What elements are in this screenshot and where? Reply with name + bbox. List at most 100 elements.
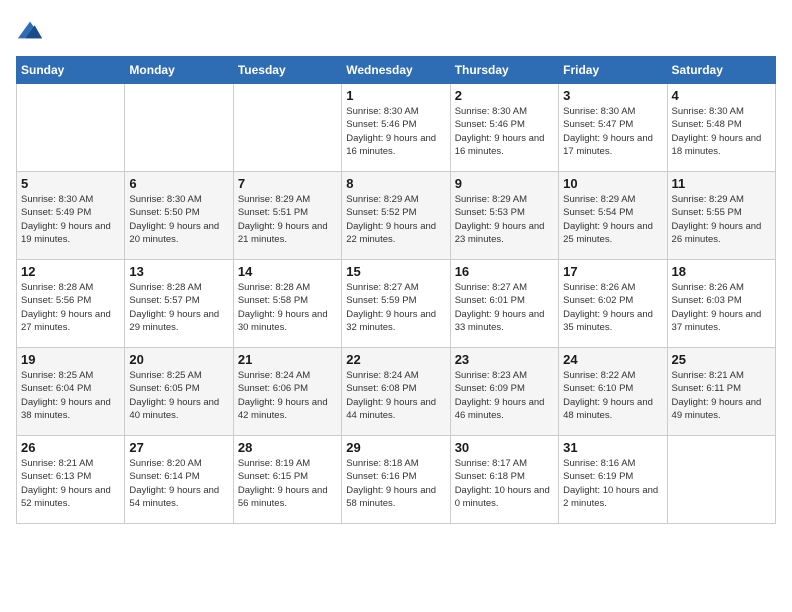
day-number: 14 [238,264,337,279]
day-number: 7 [238,176,337,191]
table-row [125,84,233,172]
day-number: 15 [346,264,445,279]
table-row: 15Sunrise: 8:27 AM Sunset: 5:59 PM Dayli… [342,260,450,348]
table-row: 26 Sunrise: 8:21 AM Sunset: 6:13 PM Dayli… [17,436,125,524]
day-info: Sunrise: 8:23 AM Sunset: 6:09 PM Dayligh… [455,369,554,422]
table-row: 24 Sunrise: 8:22 AM Sunset: 6:10 PM Dayli… [559,348,667,436]
header-saturday: Saturday [667,57,775,84]
header-wednesday: Wednesday [342,57,450,84]
day-info: Sunrise: 8:29 AM Sunset: 5:55 PM Dayligh… [672,193,771,246]
table-row: 27 Sunrise: 8:20 AM Sunset: 6:14 PM Dayli… [125,436,233,524]
day-number: 10 [563,176,662,191]
table-row: 2 Sunrise: 8:30 AM Sunset: 5:46 PM Daylig… [450,84,558,172]
day-info: Sunrise: 8:30 AM Sunset: 5:46 PM Dayligh… [346,105,445,158]
header-monday: Monday [125,57,233,84]
logo [16,16,48,44]
day-number: 21 [238,352,337,367]
day-number: 12 [21,264,120,279]
logo-icon [16,16,44,44]
day-info: Sunrise: 8:21 AM Sunset: 6:13 PM Dayligh… [21,457,120,510]
day-info: Sunrise: 8:26 AM Sunset: 6:02 PM Dayligh… [563,281,662,334]
table-row: 22 Sunrise: 8:24 AM Sunset: 6:08 PM Dayli… [342,348,450,436]
day-number: 2 [455,88,554,103]
day-info: Sunrise: 8:28 AM Sunset: 5:56 PM Dayligh… [21,281,120,334]
day-info: Sunrise: 8:24 AM Sunset: 6:08 PM Dayligh… [346,369,445,422]
day-info: Sunrise: 8:30 AM Sunset: 5:50 PM Dayligh… [129,193,228,246]
day-number: 29 [346,440,445,455]
day-number: 17 [563,264,662,279]
day-info: Sunrise: 8:25 AM Sunset: 6:04 PM Dayligh… [21,369,120,422]
table-row [17,84,125,172]
day-number: 25 [672,352,771,367]
calendar-week-row: 12 Sunrise: 8:28 AM Sunset: 5:56 PM Dayli… [17,260,776,348]
day-info: Sunrise: 8:30 AM Sunset: 5:47 PM Dayligh… [563,105,662,158]
table-row: 21 Sunrise: 8:24 AM Sunset: 6:06 PM Dayli… [233,348,341,436]
table-row [233,84,341,172]
day-info: Sunrise: 8:29 AM Sunset: 5:51 PM Dayligh… [238,193,337,246]
day-number: 23 [455,352,554,367]
table-row [667,436,775,524]
day-number: 22 [346,352,445,367]
day-info: Sunrise: 8:30 AM Sunset: 5:46 PM Dayligh… [455,105,554,158]
header-row: Sunday Monday Tuesday Wednesday Thursday… [17,57,776,84]
table-row: 5Sunrise: 8:30 AM Sunset: 5:49 PM Daylig… [17,172,125,260]
header-friday: Friday [559,57,667,84]
calendar-week-row: 5Sunrise: 8:30 AM Sunset: 5:49 PM Daylig… [17,172,776,260]
day-info: Sunrise: 8:26 AM Sunset: 6:03 PM Dayligh… [672,281,771,334]
day-number: 18 [672,264,771,279]
day-number: 24 [563,352,662,367]
table-row: 4Sunrise: 8:30 AM Sunset: 5:48 PM Daylig… [667,84,775,172]
table-row: 13Sunrise: 8:28 AM Sunset: 5:57 PM Dayli… [125,260,233,348]
table-row: 3 Sunrise: 8:30 AM Sunset: 5:47 PM Daylig… [559,84,667,172]
table-row: 14Sunrise: 8:28 AM Sunset: 5:58 PM Dayli… [233,260,341,348]
calendar-week-row: 19 Sunrise: 8:25 AM Sunset: 6:04 PM Dayli… [17,348,776,436]
table-row: 23 Sunrise: 8:23 AM Sunset: 6:09 PM Dayli… [450,348,558,436]
table-row: 30 Sunrise: 8:17 AM Sunset: 6:18 PM Dayli… [450,436,558,524]
day-number: 19 [21,352,120,367]
calendar-week-row: 26 Sunrise: 8:21 AM Sunset: 6:13 PM Dayli… [17,436,776,524]
day-number: 16 [455,264,554,279]
day-info: Sunrise: 8:22 AM Sunset: 6:10 PM Dayligh… [563,369,662,422]
day-info: Sunrise: 8:27 AM Sunset: 6:01 PM Dayligh… [455,281,554,334]
day-info: Sunrise: 8:21 AM Sunset: 6:11 PM Dayligh… [672,369,771,422]
page-header [16,16,776,44]
table-row: 17 Sunrise: 8:26 AM Sunset: 6:02 PM Dayli… [559,260,667,348]
table-row: 29 Sunrise: 8:18 AM Sunset: 6:16 PM Dayli… [342,436,450,524]
day-info: Sunrise: 8:29 AM Sunset: 5:53 PM Dayligh… [455,193,554,246]
day-info: Sunrise: 8:25 AM Sunset: 6:05 PM Dayligh… [129,369,228,422]
day-info: Sunrise: 8:18 AM Sunset: 6:16 PM Dayligh… [346,457,445,510]
header-tuesday: Tuesday [233,57,341,84]
day-number: 6 [129,176,228,191]
day-info: Sunrise: 8:20 AM Sunset: 6:14 PM Dayligh… [129,457,228,510]
calendar-header: Sunday Monday Tuesday Wednesday Thursday… [17,57,776,84]
header-thursday: Thursday [450,57,558,84]
table-row: 7 Sunrise: 8:29 AM Sunset: 5:51 PM Daylig… [233,172,341,260]
table-row: 12 Sunrise: 8:28 AM Sunset: 5:56 PM Dayli… [17,260,125,348]
day-info: Sunrise: 8:29 AM Sunset: 5:54 PM Dayligh… [563,193,662,246]
day-number: 30 [455,440,554,455]
calendar-table: Sunday Monday Tuesday Wednesday Thursday… [16,56,776,524]
day-info: Sunrise: 8:19 AM Sunset: 6:15 PM Dayligh… [238,457,337,510]
day-number: 31 [563,440,662,455]
table-row: 11 Sunrise: 8:29 AM Sunset: 5:55 PM Dayli… [667,172,775,260]
header-sunday: Sunday [17,57,125,84]
day-number: 28 [238,440,337,455]
table-row: 28 Sunrise: 8:19 AM Sunset: 6:15 PM Dayli… [233,436,341,524]
day-number: 5 [21,176,120,191]
day-info: Sunrise: 8:30 AM Sunset: 5:48 PM Dayligh… [672,105,771,158]
day-number: 27 [129,440,228,455]
day-info: Sunrise: 8:24 AM Sunset: 6:06 PM Dayligh… [238,369,337,422]
table-row: 10 Sunrise: 8:29 AM Sunset: 5:54 PM Dayli… [559,172,667,260]
day-number: 11 [672,176,771,191]
day-number: 3 [563,88,662,103]
day-info: Sunrise: 8:17 AM Sunset: 6:18 PM Dayligh… [455,457,554,510]
table-row: 9 Sunrise: 8:29 AM Sunset: 5:53 PM Daylig… [450,172,558,260]
table-row: 16 Sunrise: 8:27 AM Sunset: 6:01 PM Dayli… [450,260,558,348]
calendar-body: 1 Sunrise: 8:30 AM Sunset: 5:46 PM Daylig… [17,84,776,524]
day-number: 26 [21,440,120,455]
table-row: 18 Sunrise: 8:26 AM Sunset: 6:03 PM Dayli… [667,260,775,348]
table-row: 20Sunrise: 8:25 AM Sunset: 6:05 PM Dayli… [125,348,233,436]
day-number: 1 [346,88,445,103]
day-number: 9 [455,176,554,191]
day-info: Sunrise: 8:16 AM Sunset: 6:19 PM Dayligh… [563,457,662,510]
